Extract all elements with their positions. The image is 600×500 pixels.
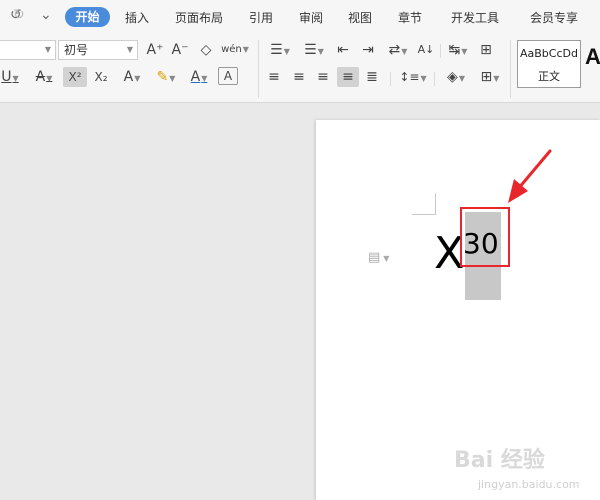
align-center-icon: ≡ <box>293 69 305 85</box>
clear-format-button[interactable]: ◇ <box>196 40 216 60</box>
watermark-brand: Bai 经验 <box>454 448 545 473</box>
char-border-icon: A <box>223 69 233 83</box>
style-name: 正文 <box>538 70 560 83</box>
eraser-icon: ◇ <box>200 42 212 58</box>
align-left-icon: ≡ <box>268 69 280 85</box>
tab-chapter[interactable]: 章节 <box>398 9 422 26</box>
redo-icon[interactable]: ↻ <box>13 7 25 23</box>
font-size-select[interactable]: 初号 ▼ <box>58 40 138 60</box>
subscript-icon: X₂ <box>94 70 108 84</box>
superscript-icon: X² <box>68 70 82 84</box>
shading-button[interactable]: ◈▼ <box>442 67 470 87</box>
ribbon-toolbar: ▼ 初号 ▼ A⁺ A⁻ ◇ wén▼ ☰▼ ☰▼ ⇤ ⇥ ⇄▼ A↓ ↹▼ ⊞… <box>0 36 600 103</box>
tab-review[interactable]: 审阅 <box>299 9 323 26</box>
text-effect-button[interactable]: A▼ <box>118 67 146 87</box>
shrink-font-button[interactable]: A⁻ <box>170 40 190 60</box>
grow-font-icon: A⁺ <box>146 42 164 58</box>
underline-button[interactable]: U▼ <box>0 67 20 87</box>
tab-references[interactable]: 引用 <box>249 9 273 26</box>
tab-insert[interactable]: 插入 <box>125 9 149 26</box>
font-size-value: 初号 <box>64 43 89 57</box>
ruler-icon: ⊞ <box>480 42 492 58</box>
text-direction-button[interactable]: ⇄▼ <box>384 40 412 60</box>
margin-corner-mark <box>435 193 436 215</box>
chevron-down-icon: ▼ <box>126 45 133 54</box>
paste-options-icon[interactable]: ▤ ▼ <box>368 250 389 265</box>
style-normal[interactable]: AaBbCcDd 正文 <box>517 40 581 88</box>
watermark: Bai 经验 jingyan.baidu.com <box>448 436 598 498</box>
phonetic-icon: wén <box>221 44 242 55</box>
tab-view[interactable]: 视图 <box>348 9 372 26</box>
watermark-url: jingyan.baidu.com <box>478 478 580 491</box>
line-spacing-tool-button[interactable]: ↹▼ <box>444 40 472 60</box>
font-name-select[interactable]: ▼ <box>0 40 56 60</box>
clipboard-icon: ▤ <box>368 250 381 265</box>
sort-icon: A↓ <box>417 43 435 56</box>
align-right-icon: ≡ <box>317 69 329 85</box>
margin-corner-mark <box>412 214 436 215</box>
tab-stop-icon: ↹ <box>448 42 461 58</box>
increase-indent-button[interactable]: ⇥ <box>358 40 378 60</box>
show-marks-button[interactable]: ⊞ <box>476 40 496 60</box>
phonetic-guide-button[interactable]: wén▼ <box>220 40 250 60</box>
borders-button[interactable]: ⊞▼ <box>476 67 504 87</box>
line-spacing-button[interactable]: ↕≡▼ <box>398 67 428 87</box>
character-border-button[interactable]: A <box>218 67 238 85</box>
ribbon-divider <box>258 40 259 98</box>
bullet-list-icon: ☰ <box>270 42 283 58</box>
style-heading-1[interactable]: A <box>585 44 600 70</box>
distributed-icon: ≣ <box>366 69 378 85</box>
shrink-font-icon: A⁻ <box>171 42 189 58</box>
outdent-icon: ⇤ <box>337 42 349 58</box>
chevron-down-icon: ▼ <box>44 45 51 54</box>
style-preview: AaBbCcDd <box>520 47 578 60</box>
align-left-button[interactable]: ≡ <box>264 67 284 87</box>
font-color-button[interactable]: A▼ <box>186 67 212 87</box>
ribbon-divider <box>440 44 441 58</box>
strikethrough-button[interactable]: A▼ <box>30 67 58 87</box>
align-center-button[interactable]: ≡ <box>289 67 309 87</box>
tab-member[interactable]: 会员专享 <box>530 9 578 26</box>
font-color-icon: A <box>190 69 201 85</box>
tab-home[interactable]: 开始 <box>65 7 110 27</box>
paint-bucket-icon: ◈ <box>447 69 458 85</box>
annotation-highlight-box <box>460 207 510 267</box>
sort-button[interactable]: A↓ <box>416 40 436 60</box>
ribbon-divider <box>510 40 511 98</box>
menu-bar: ↺ ↻ ⌄ 开始 插入 页面布局 引用 审阅 视图 章节 开发工具 会员专享 <box>0 0 600 36</box>
ribbon-divider <box>434 72 435 86</box>
annotation-arrow-icon <box>508 149 552 203</box>
border-grid-icon: ⊞ <box>480 69 493 85</box>
underline-icon: U <box>1 69 12 85</box>
numbered-list-icon: ☰ <box>304 42 317 58</box>
bullets-button[interactable]: ☰▼ <box>266 40 294 60</box>
customize-quick-access-icon[interactable]: ⌄ <box>40 7 52 23</box>
align-right-button[interactable]: ≡ <box>313 67 333 87</box>
line-spacing-icon: ↕≡ <box>399 70 420 84</box>
text-direction-icon: ⇄ <box>388 42 401 58</box>
highlight-button[interactable]: ✎▼ <box>152 67 180 87</box>
decrease-indent-button[interactable]: ⇤ <box>333 40 353 60</box>
chevron-down-icon: ▼ <box>383 254 390 263</box>
distributed-align-button[interactable]: ≣ <box>362 67 382 87</box>
tab-page-layout[interactable]: 页面布局 <box>175 9 223 26</box>
justify-icon: ≡ <box>342 69 354 85</box>
subscript-button[interactable]: X₂ <box>90 67 112 87</box>
strikethrough-icon: A <box>35 69 46 85</box>
grow-font-button[interactable]: A⁺ <box>145 40 165 60</box>
highlighter-icon: ✎ <box>156 69 169 85</box>
ribbon-divider <box>390 72 391 86</box>
tab-developer[interactable]: 开发工具 <box>451 9 499 26</box>
superscript-button[interactable]: X² <box>63 67 87 87</box>
justify-button[interactable]: ≡ <box>337 67 359 87</box>
text-effect-icon: A <box>123 69 134 85</box>
indent-icon: ⇥ <box>362 42 374 58</box>
numbering-button[interactable]: ☰▼ <box>300 40 328 60</box>
